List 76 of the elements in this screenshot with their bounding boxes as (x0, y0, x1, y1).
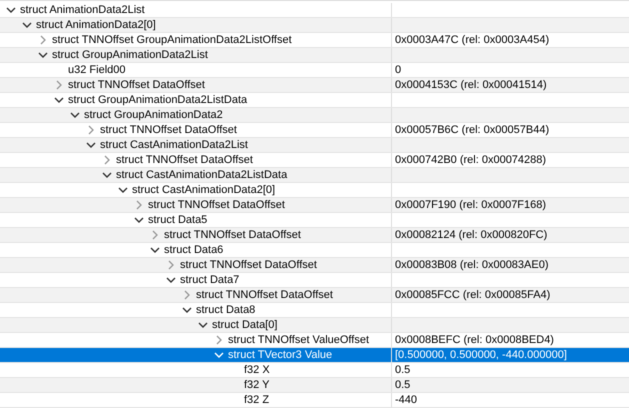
tree-row[interactable]: struct Data[0] (0, 318, 629, 333)
tree-row[interactable]: struct TNNOffset DataOffset 0x0004153C (rel: 0x00041514) (0, 78, 629, 93)
field-name: struct TNNOffset DataOffset (148, 199, 285, 211)
chevron-right-icon[interactable] (134, 200, 144, 210)
field-name: struct GroupAnimationData2 (84, 109, 223, 121)
field-name: struct TNNOffset DataOffset (100, 124, 237, 136)
tree-row[interactable]: struct GroupAnimationData2List (0, 48, 629, 63)
field-name: struct TNNOffset GroupAnimationData2ListOffset (52, 34, 292, 46)
chevron-down-icon[interactable] (102, 170, 112, 180)
field-name: f32 X (244, 364, 270, 376)
field-name: struct Data5 (148, 214, 208, 226)
chevron-down-icon[interactable] (70, 110, 80, 120)
field-name: struct CastAnimationData2ListData (116, 169, 288, 181)
chevron-down-icon[interactable] (198, 320, 208, 330)
chevron-right-icon[interactable] (150, 230, 160, 240)
field-value: 0x00085FCC (rel: 0x00085FA4) (395, 289, 550, 301)
field-value: -440 (395, 394, 418, 406)
tree-row[interactable]: struct CastAnimationData2List (0, 138, 629, 153)
field-name: f32 Y (244, 379, 270, 391)
tree-row[interactable]: struct TNNOffset DataOffset 0x00082124 (rel: 0x000820FC) (0, 228, 629, 243)
field-name: struct CastAnimationData2List (100, 139, 248, 151)
field-value: 0.5 (395, 364, 410, 376)
field-value: 0x0003A47C (rel: 0x0003A454) (395, 34, 550, 46)
field-name: struct Data[0] (212, 319, 278, 331)
tree-row[interactable]: f32 Z -440 (0, 393, 629, 408)
field-name: struct TNNOffset DataOffset (196, 289, 333, 301)
field-name: struct Data6 (164, 244, 224, 256)
chevron-right-icon[interactable] (102, 155, 112, 165)
chevron-down-icon[interactable] (150, 245, 160, 255)
chevron-right-icon[interactable] (86, 125, 96, 135)
tree-row[interactable]: struct TVector3 Value [0.500000, 0.500000, -440.000000] (0, 348, 629, 363)
chevron-down-icon[interactable] (134, 215, 144, 225)
field-name: struct TNNOffset DataOffset (68, 79, 205, 91)
field-value: 0x0007F190 (rel: 0x0007F168) (395, 199, 546, 211)
field-name: struct TNNOffset DataOffset (180, 259, 317, 271)
field-value: 0x00082124 (rel: 0x000820FC) (395, 229, 548, 241)
field-value: 0 (395, 64, 402, 76)
field-name: struct AnimationData2[0] (36, 19, 156, 31)
field-name: struct AnimationData2List (20, 4, 145, 16)
chevron-right-icon[interactable] (38, 35, 48, 45)
tree-row[interactable]: struct CastAnimationData2ListData (0, 168, 629, 183)
field-name: struct TNNOffset DataOffset (164, 229, 301, 241)
field-name: struct Data7 (180, 274, 240, 286)
chevron-right-icon[interactable] (166, 260, 176, 270)
tree-row[interactable]: struct TNNOffset DataOffset 0x0007F190 (rel: 0x0007F168) (0, 198, 629, 213)
field-name: struct TNNOffset DataOffset (116, 154, 253, 166)
field-name: struct GroupAnimationData2List (52, 49, 208, 61)
tree-row[interactable]: f32 Y 0.5 (0, 378, 629, 393)
field-name: struct GroupAnimationData2ListData (68, 94, 248, 106)
field-value: 0x00083B08 (rel: 0x00083AE0) (395, 259, 548, 271)
chevron-down-icon[interactable] (86, 140, 96, 150)
field-name: struct CastAnimationData2[0] (132, 184, 276, 196)
chevron-down-icon[interactable] (182, 305, 192, 315)
chevron-right-icon[interactable] (54, 80, 64, 90)
chevron-down-icon[interactable] (6, 5, 16, 15)
field-value: 0x0008BEFC (rel: 0x0008BED4) (395, 334, 554, 346)
chevron-down-icon[interactable] (166, 275, 176, 285)
tree-row[interactable]: struct AnimationData2[0] (0, 18, 629, 33)
tree-row[interactable]: struct GroupAnimationData2 (0, 108, 629, 123)
field-name: struct Data8 (196, 304, 256, 316)
tree-row[interactable]: struct TNNOffset DataOffset 0x00083B08 (rel: 0x00083AE0) (0, 258, 629, 273)
tree-row[interactable]: struct TNNOffset DataOffset 0x00085FCC (rel: 0x00085FA4) (0, 288, 629, 303)
field-value: 0.5 (395, 379, 410, 391)
field-name: u32 Field00 (68, 64, 126, 76)
field-name: struct TVector3 Value (228, 349, 332, 361)
chevron-down-icon[interactable] (22, 20, 32, 30)
field-name: f32 Z (244, 394, 270, 406)
field-name: struct TNNOffset ValueOffset (228, 334, 370, 346)
chevron-down-icon[interactable] (38, 50, 48, 60)
field-value: 0x0004153C (rel: 0x00041514) (395, 79, 547, 91)
chevron-right-icon[interactable] (182, 290, 192, 300)
chevron-right-icon[interactable] (214, 335, 224, 345)
field-value: 0x000742B0 (rel: 0x00074288) (395, 154, 546, 166)
chevron-down-icon[interactable] (118, 185, 128, 195)
chevron-down-icon[interactable] (54, 95, 64, 105)
field-value: 0x00057B6C (rel: 0x00057B44) (395, 124, 550, 136)
